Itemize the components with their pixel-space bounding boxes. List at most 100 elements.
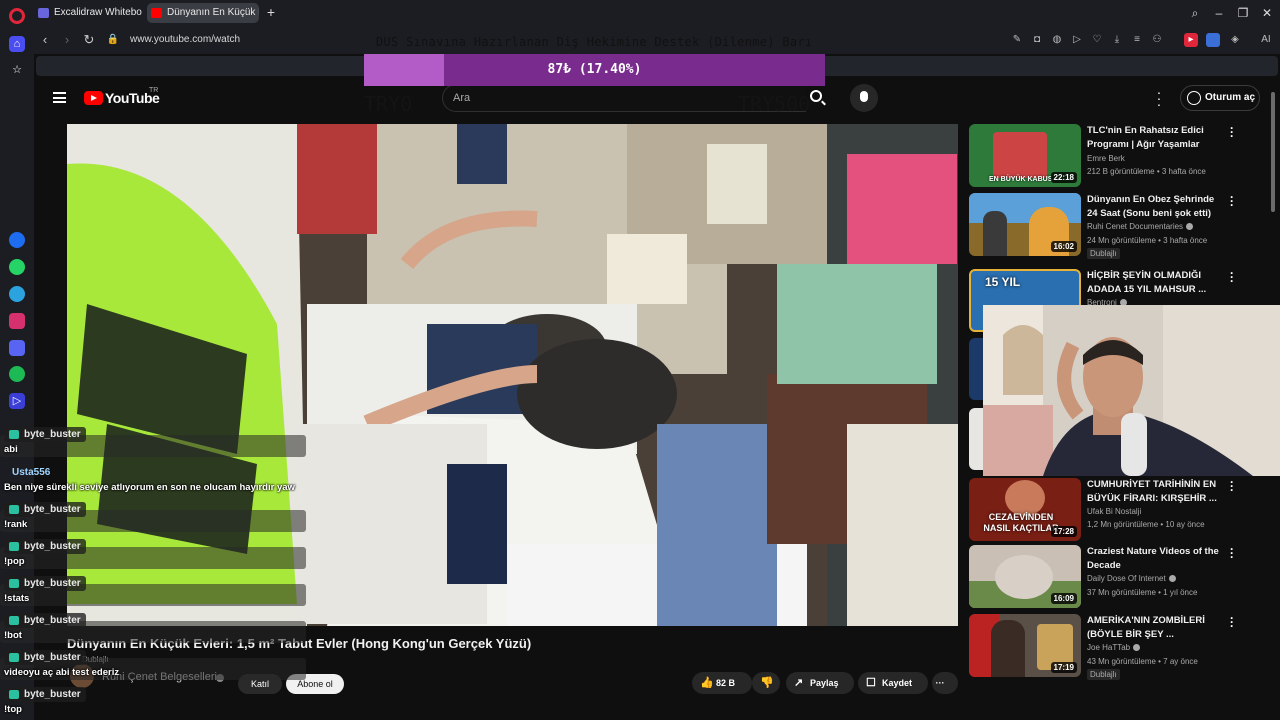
- donation-min-label: TRY0: [364, 92, 413, 116]
- recommendation-channel[interactable]: Daily Dose Of Internet: [1087, 574, 1176, 583]
- user-icon: [1187, 91, 1201, 105]
- recommendation-channel[interactable]: Ruhi Cenet Documentaries: [1087, 222, 1194, 231]
- youtube-logo-icon[interactable]: [84, 91, 103, 105]
- recommendation-channel[interactable]: Joe HaTTab: [1087, 643, 1141, 652]
- more-options-icon[interactable]: · · ·: [1227, 476, 1237, 496]
- duration-badge: 16:09: [1050, 593, 1077, 604]
- more-options-icon[interactable]: · · ·: [1156, 85, 1162, 111]
- save-label: Kaydet: [882, 678, 913, 688]
- recommendation-channel[interactable]: Ufak Bi Nostalji: [1087, 507, 1141, 516]
- signin-button[interactable]: Oturum aç: [1180, 85, 1260, 111]
- maximize-icon[interactable]: ❐: [1234, 4, 1252, 22]
- tab-label: Excalidraw Whiteboard: [54, 7, 142, 18]
- home-icon[interactable]: ⌂: [9, 36, 25, 52]
- video-thumbnail[interactable]: 16:09: [969, 545, 1081, 608]
- verified-icon: [1186, 223, 1194, 230]
- chat-username: byte_buster: [4, 687, 86, 702]
- recommendation-item[interactable]: CEZAEVİNDEN NASIL KAÇTILAR 17:28 CUMHURİ…: [969, 476, 1269, 542]
- tab-youtube[interactable]: Dünyanın En Küçük Evleri: [147, 3, 259, 23]
- more-options-icon[interactable]: · · ·: [1227, 612, 1237, 632]
- more-options-icon[interactable]: · · ·: [1227, 191, 1237, 211]
- webcam-frame: [983, 305, 1280, 476]
- share-label: Paylaş: [810, 678, 839, 688]
- new-tab-button[interactable]: +: [264, 5, 278, 19]
- ai-icon[interactable]: AI: [1256, 33, 1276, 47]
- profile-icon[interactable]: ⚇: [1150, 33, 1164, 47]
- recommendation-title[interactable]: Dünyanın En Obez Şehrinde 24 Saat (Sonu …: [1087, 193, 1221, 220]
- messenger-icon[interactable]: [9, 232, 25, 248]
- url-field[interactable]: www.youtube.com/watch: [130, 34, 240, 45]
- video-thumbnail[interactable]: [969, 338, 983, 400]
- recommendation-item[interactable]: 17:19 AMERİKA'NIN ZOMBİLERİ (BÖYLE BİR Ş…: [969, 612, 1269, 680]
- spotify-icon[interactable]: [9, 366, 25, 382]
- discord-icon[interactable]: [9, 340, 25, 356]
- recommendation-title[interactable]: Craziest Nature Videos of the Decade: [1087, 545, 1221, 572]
- close-icon[interactable]: ✕: [1258, 4, 1276, 22]
- telegram-icon[interactable]: [9, 286, 25, 302]
- chat-message: byte_buster abi: [4, 424, 86, 455]
- cube-extension-icon[interactable]: ◈: [1228, 33, 1242, 47]
- scrollbar-thumb[interactable]: [1271, 92, 1275, 212]
- search-icon[interactable]: [810, 90, 822, 102]
- video-thumbnail[interactable]: 17:19: [969, 614, 1081, 677]
- recommendation-meta: 24 Mn görüntüleme • 3 hafta önce: [1087, 236, 1208, 245]
- share-button[interactable]: ↗ Paylaş: [786, 672, 854, 694]
- more-options-icon[interactable]: · · ·: [1227, 267, 1237, 287]
- duration-badge: 16:02: [1050, 241, 1077, 252]
- recommendation-meta: 43 Mn görüntüleme • 7 ay önce: [1087, 657, 1198, 666]
- camera-icon[interactable]: ◘: [1030, 33, 1044, 47]
- shield-icon[interactable]: ◍: [1050, 33, 1064, 47]
- recommendation-title[interactable]: AMERİKA'NIN ZOMBİLERİ (BÖYLE BİR ŞEY ...: [1087, 614, 1221, 641]
- chat-username-text: byte_buster: [24, 504, 81, 515]
- chat-username: byte_buster: [4, 502, 86, 517]
- webcam-overlay: [983, 305, 1280, 476]
- chat-username-text: Usta556: [12, 467, 51, 478]
- whatsapp-icon[interactable]: [9, 259, 25, 275]
- recommendation-channel[interactable]: Emre Berk: [1087, 154, 1125, 163]
- chat-message: byte_buster !pop: [4, 536, 86, 567]
- recommendation-item[interactable]: 16:09 Craziest Nature Videos of the Deca…: [969, 543, 1269, 609]
- dislike-button[interactable]: 👎: [752, 672, 780, 694]
- video-thumbnail[interactable]: EN BÜYÜK KABUS 22:18: [969, 124, 1081, 187]
- recommendation-item[interactable]: 16:02 Dünyanın En Obez Şehrinde 24 Saat …: [969, 191, 1269, 259]
- menu-icon[interactable]: [53, 92, 66, 103]
- more-actions-button[interactable]: ···: [932, 672, 958, 694]
- star-icon[interactable]: ☆: [9, 62, 25, 78]
- chat-username-text: byte_buster: [24, 652, 81, 663]
- recommendation-title[interactable]: HİÇBİR ŞEYİN OLMADIĞI ADADA 15 YIL MAHSU…: [1087, 269, 1221, 296]
- reload-icon[interactable]: ↻: [80, 31, 98, 49]
- like-button[interactable]: 👍 82 B: [692, 672, 752, 694]
- instagram-icon[interactable]: [9, 313, 25, 329]
- opera-logo-icon[interactable]: [9, 8, 25, 24]
- tab-excalidraw[interactable]: Excalidraw Whiteboard: [34, 3, 142, 23]
- minimize-icon[interactable]: –: [1210, 4, 1228, 22]
- back-icon[interactable]: ‹: [36, 31, 54, 49]
- player-icon[interactable]: ▷: [9, 393, 25, 409]
- video-thumbnail[interactable]: [969, 408, 983, 470]
- voice-search-button[interactable]: [850, 84, 878, 112]
- more-options-icon[interactable]: · · ·: [1227, 122, 1237, 142]
- dubbing-badge: Dublajlı: [1087, 248, 1120, 259]
- share-icon: ↗: [794, 677, 804, 689]
- more-options-icon[interactable]: · · ·: [1227, 543, 1237, 563]
- save-button[interactable]: ☐ Kaydet: [858, 672, 928, 694]
- edit-icon[interactable]: ✎: [1010, 33, 1024, 47]
- thumbs-down-icon: 👎: [760, 677, 774, 689]
- list-icon[interactable]: ≡: [1130, 33, 1144, 47]
- play-icon[interactable]: ▷: [1070, 33, 1084, 47]
- chat-text: abi: [4, 444, 18, 455]
- youtube-extension-icon[interactable]: ▸: [1184, 33, 1198, 47]
- verified-icon: [1133, 644, 1141, 651]
- recommendation-title[interactable]: CUMHURİYET TARİHİNİN EN BÜYÜK FİRARI: KI…: [1087, 478, 1221, 505]
- recommendation-item[interactable]: EN BÜYÜK KABUS 22:18 TLC'nin En Rahatsız…: [969, 122, 1269, 188]
- search-tabs-icon[interactable]: ⌕: [1186, 4, 1204, 22]
- download-icon[interactable]: ⤓: [1110, 33, 1124, 47]
- video-thumbnail[interactable]: CEZAEVİNDEN NASIL KAÇTILAR 17:28: [969, 478, 1081, 541]
- translate-extension-icon[interactable]: [1206, 33, 1220, 47]
- heart-icon[interactable]: ♡: [1090, 33, 1104, 47]
- lock-icon[interactable]: 🔒: [104, 31, 122, 49]
- like-count: 82 B: [716, 678, 736, 688]
- forward-icon[interactable]: ›: [58, 31, 76, 49]
- recommendation-title[interactable]: TLC'nin En Rahatsız Edici Programı | Ağı…: [1087, 124, 1221, 151]
- video-thumbnail[interactable]: 16:02: [969, 193, 1081, 256]
